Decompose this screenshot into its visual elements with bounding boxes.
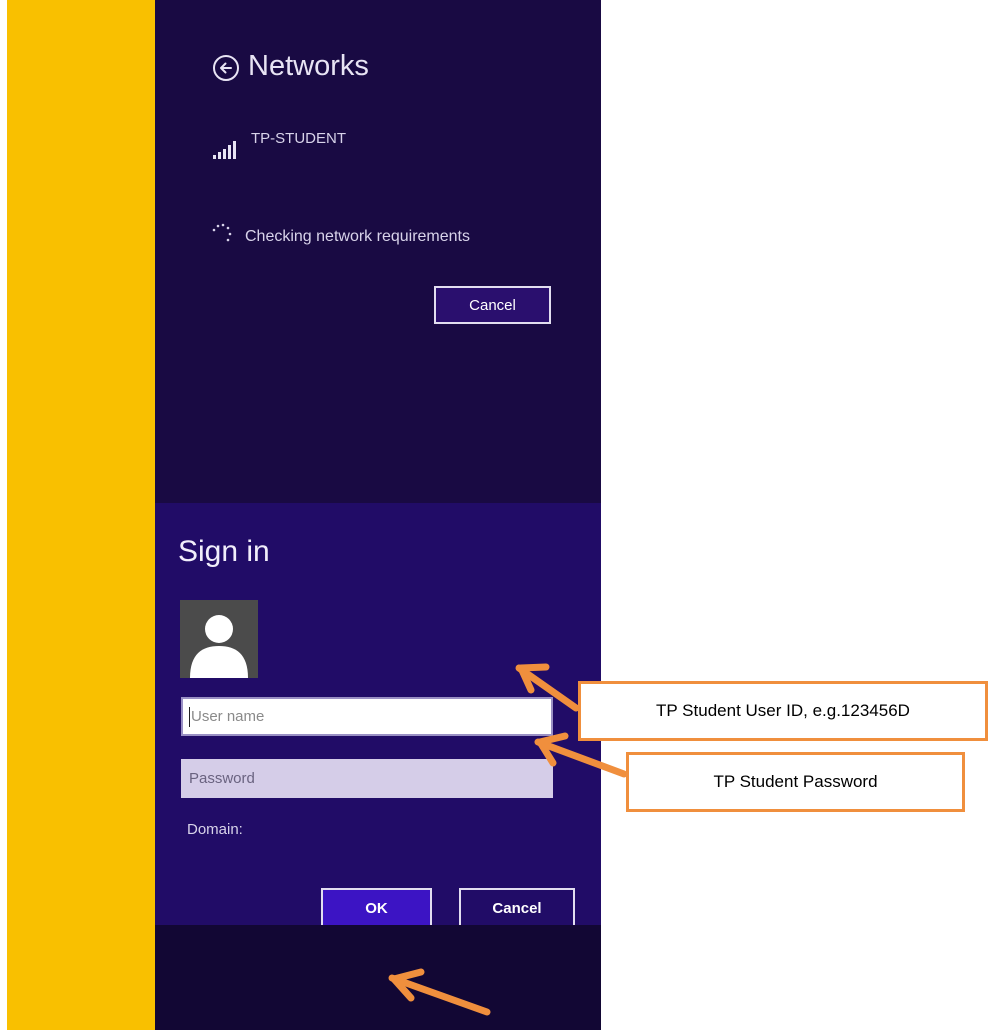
network-name: TP-STUDENT — [251, 130, 346, 147]
back-arrow-circle-icon[interactable] — [213, 55, 239, 81]
password-input[interactable]: Password — [181, 759, 553, 798]
network-status-text: Checking network requirements — [245, 228, 470, 245]
sign-in-title: Sign in — [178, 535, 270, 568]
sign-in-panel: Sign in User name Password Domain: OK Ca… — [155, 503, 601, 929]
text-caret — [189, 706, 190, 727]
user-avatar-icon — [180, 600, 258, 678]
username-input[interactable]: User name — [181, 697, 553, 736]
sign-in-cancel-button[interactable]: Cancel — [459, 888, 575, 929]
bottom-strip — [155, 925, 601, 1030]
networks-title: Networks — [248, 50, 369, 82]
wifi-signal-icon — [213, 141, 236, 159]
progress-spinner-icon — [212, 223, 232, 242]
username-placeholder: User name — [191, 708, 265, 725]
networks-cancel-button[interactable]: Cancel — [434, 286, 551, 324]
ok-button[interactable]: OK — [321, 888, 432, 929]
password-placeholder: Password — [189, 770, 255, 787]
network-signin-screenshot: Networks TP-STUDENT Checking network req… — [7, 0, 601, 1030]
networks-panel: Networks TP-STUDENT Checking network req… — [155, 0, 601, 503]
user-id-callout: TP Student User ID, e.g.123456D — [578, 681, 988, 741]
start-screen-background — [7, 0, 155, 1030]
page: Networks TP-STUDENT Checking network req… — [0, 0, 992, 1030]
domain-label: Domain: — [187, 821, 243, 838]
password-callout: TP Student Password — [626, 752, 965, 812]
